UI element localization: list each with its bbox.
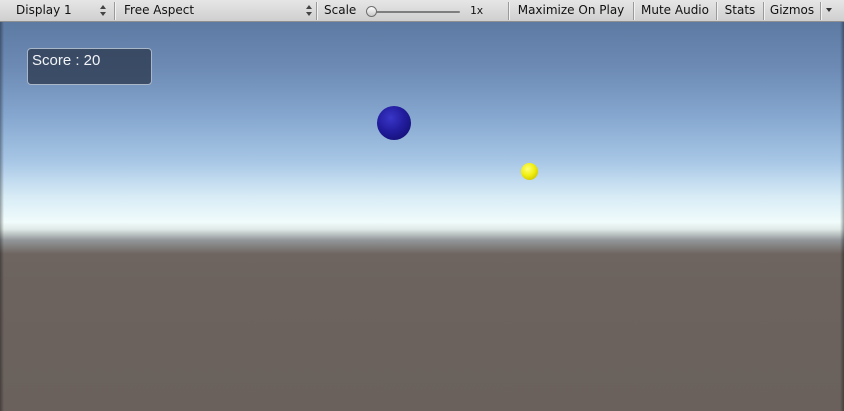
dropdown-arrows-icon	[100, 5, 106, 16]
viewport-edge-shade	[840, 22, 844, 411]
game-viewport: Score : 20	[0, 22, 844, 411]
stats-label: Stats	[724, 3, 756, 17]
score-panel: Score : 20	[27, 48, 152, 85]
blue-sphere	[377, 106, 411, 140]
toolbar-divider	[316, 2, 317, 20]
maximize-on-play-toggle[interactable]: Maximize On Play	[509, 0, 633, 21]
display-dropdown-label: Display 1	[16, 3, 72, 17]
aspect-dropdown[interactable]: Free Aspect	[116, 0, 316, 21]
viewport-edge-shade	[0, 22, 4, 411]
scale-label: Scale	[324, 3, 357, 17]
game-view-toolbar: Display 1 Free Aspect Scale 1x Maximize …	[0, 0, 844, 22]
display-dropdown[interactable]: Display 1	[2, 0, 112, 21]
maximize-on-play-label: Maximize On Play	[517, 3, 625, 17]
game-view-window: Display 1 Free Aspect Scale 1x Maximize …	[0, 0, 844, 411]
mute-audio-toggle[interactable]: Mute Audio	[634, 0, 716, 21]
gizmos-label: Gizmos	[769, 3, 815, 17]
toolbar-divider	[763, 2, 764, 20]
scale-slider-track[interactable]	[372, 11, 460, 13]
aspect-dropdown-label: Free Aspect	[124, 3, 195, 17]
dropdown-arrows-icon	[306, 5, 312, 16]
mute-audio-label: Mute Audio	[641, 3, 709, 17]
gizmos-toggle[interactable]: Gizmos	[765, 0, 819, 21]
toolbar-divider	[114, 2, 115, 20]
toolbar-divider	[820, 2, 821, 20]
gizmos-dropdown-arrow-icon[interactable]	[826, 8, 832, 12]
scale-value: 1x	[470, 4, 484, 17]
scale-slider-thumb[interactable]	[366, 6, 377, 17]
stats-toggle[interactable]: Stats	[717, 0, 763, 21]
yellow-sphere	[521, 163, 538, 180]
score-text: Score : 20	[32, 52, 101, 69]
